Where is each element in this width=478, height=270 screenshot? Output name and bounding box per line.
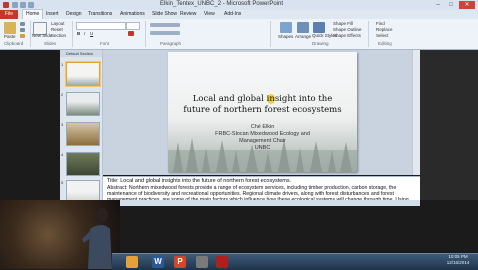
align-icon[interactable] xyxy=(150,31,180,35)
underline-icon[interactable]: U xyxy=(90,31,93,36)
slide-number: 1 xyxy=(61,62,64,67)
select-button[interactable]: Select xyxy=(376,33,389,38)
group-label-paragraph: Paragraph xyxy=(160,41,182,46)
tab-review[interactable]: Review xyxy=(180,10,196,19)
shape-outline-button[interactable]: Shape Outline xyxy=(333,27,362,32)
font-color-icon[interactable] xyxy=(128,31,134,36)
bullets-icon[interactable] xyxy=(150,23,180,27)
format-painter-icon[interactable] xyxy=(20,34,25,38)
group-label-clipboard: Clipboard xyxy=(4,41,24,46)
font-name-select[interactable] xyxy=(76,22,126,30)
slide-thumbnail[interactable] xyxy=(66,92,100,116)
slide-subtitle[interactable]: Ché Elkin FRBC-Slocan Mixedwood Ecology … xyxy=(178,124,347,152)
notes-title-line: Title: Local and global insights into th… xyxy=(107,178,292,184)
author-name: Ché Elkin xyxy=(250,124,275,130)
slide-title[interactable]: Local and global insight into the future … xyxy=(178,94,347,116)
group-label-drawing: Drawing xyxy=(312,41,329,46)
firefox-icon[interactable] xyxy=(126,256,138,268)
slide-number: 4 xyxy=(61,152,64,157)
tab-insert[interactable]: Insert xyxy=(46,10,59,19)
undo-icon[interactable] xyxy=(20,2,26,8)
group-label-font: Font xyxy=(100,41,110,46)
bold-icon[interactable]: B xyxy=(77,31,80,36)
tab-slide-show[interactable]: Slide Show xyxy=(152,10,177,19)
tab-home[interactable]: Home xyxy=(22,9,44,19)
group-label-slides: Slides xyxy=(44,41,57,46)
new-slide-button[interactable]: New Slide xyxy=(32,33,52,38)
paste-button[interactable]: Paste xyxy=(4,34,16,39)
italic-icon[interactable]: I xyxy=(84,31,85,36)
powerpoint-icon[interactable]: P xyxy=(174,256,186,268)
minimize-button[interactable]: – xyxy=(432,1,444,9)
find-button[interactable]: Find xyxy=(376,21,385,26)
reset-button[interactable]: Reset xyxy=(51,27,63,32)
replace-button[interactable]: Replace xyxy=(376,27,393,32)
group-separator xyxy=(368,21,369,47)
copy-icon[interactable] xyxy=(20,28,25,32)
cut-icon[interactable] xyxy=(20,22,25,26)
panel-tab-bar: Default Section xyxy=(60,50,102,57)
app-icon[interactable] xyxy=(196,256,208,268)
quick-styles-button[interactable]: Quick Styles xyxy=(312,33,337,38)
arrange-button[interactable]: Arrange xyxy=(295,34,311,39)
ribbon: Paste Clipboard New Slide Layout Reset S… xyxy=(0,19,478,50)
notes-pane[interactable]: Title: Local and global insights into th… xyxy=(103,176,420,201)
current-slide[interactable]: Local and global insight into the future … xyxy=(168,52,357,172)
tab-view[interactable]: View xyxy=(204,10,215,19)
group-label-editing: Editing xyxy=(378,41,392,46)
font-size-select[interactable] xyxy=(126,22,140,30)
slide-title-part1: Local and global xyxy=(192,94,267,104)
group-separator xyxy=(270,21,271,47)
group-separator xyxy=(30,21,31,47)
ribbon-tab-row: File Home Insert Design Transitions Anim… xyxy=(0,9,478,19)
arrange-icon[interactable] xyxy=(297,22,309,33)
presenter-figure xyxy=(82,208,112,269)
maximize-button[interactable]: □ xyxy=(445,1,457,9)
institution-name: UNBC xyxy=(254,145,271,151)
shapes-icon[interactable] xyxy=(280,22,292,33)
tab-design[interactable]: Design xyxy=(66,10,82,19)
word-icon[interactable]: W xyxy=(152,256,164,268)
tab-add-ins[interactable]: Add-Ins xyxy=(224,10,241,19)
shape-effects-button[interactable]: Shape Effects xyxy=(333,33,361,38)
redo-icon[interactable] xyxy=(28,2,34,8)
group-separator xyxy=(145,21,146,47)
slide-thumbnail[interactable] xyxy=(66,152,100,176)
layout-button[interactable]: Layout xyxy=(51,21,65,26)
system-clock[interactable]: 10:05 PM 12/16/2014 xyxy=(440,254,476,266)
section-button[interactable]: Section xyxy=(51,33,66,38)
powerpoint-app-icon[interactable] xyxy=(3,2,9,8)
background-area xyxy=(420,50,478,200)
save-icon[interactable] xyxy=(12,2,18,8)
recorder-icon[interactable] xyxy=(216,256,228,268)
tab-transitions[interactable]: Transitions xyxy=(88,10,112,19)
affiliation-line-2: Management Chair xyxy=(239,138,286,144)
notes-abstract: Abstract: Northern mixedwood forests pro… xyxy=(107,185,409,201)
shape-fill-button[interactable]: Shape Fill xyxy=(333,21,353,26)
close-button[interactable]: ✕ xyxy=(459,1,475,9)
tab-animations[interactable]: Animations xyxy=(120,10,145,19)
shapes-button[interactable]: Shapes xyxy=(278,34,293,39)
group-separator xyxy=(72,21,73,47)
section-label[interactable]: Default Section xyxy=(66,51,93,56)
tab-file[interactable]: File xyxy=(0,10,18,19)
slide-editing-area: Local and global insight into the future … xyxy=(103,50,420,175)
slide-thumbnail[interactable] xyxy=(66,122,100,146)
clock-date: 12/16/2014 xyxy=(446,260,470,265)
slide-title-part2: sight into the xyxy=(274,94,333,104)
slide-number: 3 xyxy=(61,122,64,127)
cursor-highlight: in xyxy=(266,94,275,104)
slide-number: 2 xyxy=(61,92,64,97)
slide-thumbnail[interactable] xyxy=(66,62,100,86)
paste-icon[interactable] xyxy=(4,22,16,34)
slide-number: 5 xyxy=(61,180,64,185)
quick-styles-icon[interactable] xyxy=(313,22,325,33)
slide-thumbnail-panel: Default Section 1 2 3 4 5 xyxy=(60,50,103,204)
taskbar: W P xyxy=(112,253,478,270)
affiliation-line-1: FRBC-Slocan Mixedwood Ecology and xyxy=(215,131,310,137)
window-title: Elkin_Tentex_UNBC_2 - Microsoft PowerPoi… xyxy=(160,1,284,7)
slide-title-line2: future of northern forest ecosystems xyxy=(183,105,342,115)
